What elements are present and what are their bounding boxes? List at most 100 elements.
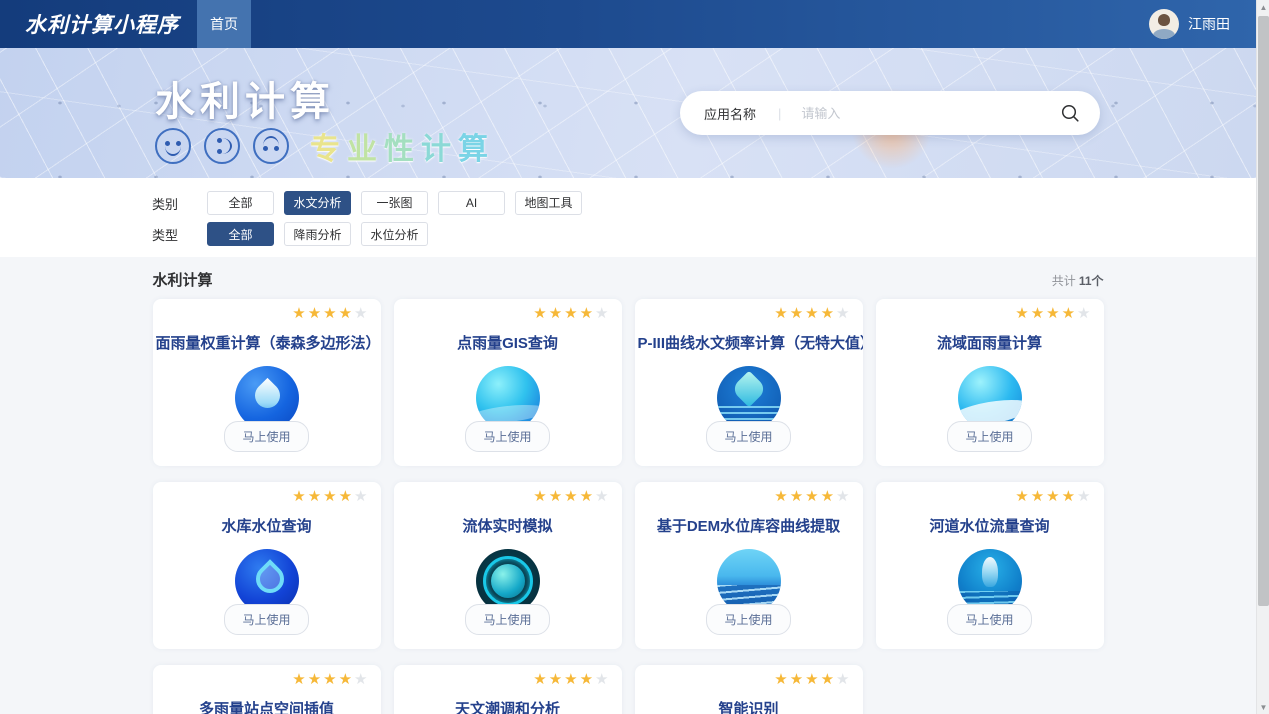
filter-panel: 类别 全部水文分析一张图AI地图工具 类型 全部降雨分析水位分析 xyxy=(0,178,1256,257)
star-empty-icon: ★ xyxy=(595,305,610,322)
count-label: 共计 xyxy=(1052,274,1076,288)
filter-option-全部[interactable]: 全部 xyxy=(207,191,274,215)
section-header: 水利计算 共计11个 xyxy=(153,269,1104,290)
filter-option-全部[interactable]: 全部 xyxy=(207,222,274,246)
scrollbar-up-arrow-icon[interactable]: ▲ xyxy=(1257,0,1269,14)
star-filled-icon: ★ xyxy=(580,671,595,688)
app-card: ★★★★★ 面雨量权重计算（泰森多边形法） 马上使用 xyxy=(153,299,381,466)
filter-option-一张图[interactable]: 一张图 xyxy=(361,191,428,215)
app-card-title: 点雨量GIS查询 xyxy=(394,332,622,353)
hero-subtitle-char: 计 xyxy=(421,133,458,166)
star-filled-icon: ★ xyxy=(790,488,805,505)
app-card: ★★★★★ 河道水位流量查询 马上使用 xyxy=(876,482,1104,649)
filter-row: 类别 全部水文分析一张图AI地图工具 xyxy=(152,191,1256,215)
hero-banner: 水利计算 专业性计算 应用名称 | xyxy=(0,48,1256,178)
filter-row: 类型 全部降雨分析水位分析 xyxy=(152,222,1256,246)
rating-stars: ★★★★★ xyxy=(533,672,610,687)
rating-stars: ★★★★★ xyxy=(292,672,369,687)
star-filled-icon: ★ xyxy=(292,488,307,505)
user-avatar[interactable] xyxy=(1149,9,1179,39)
rating-stars: ★★★★★ xyxy=(774,489,851,504)
smiley-icon xyxy=(155,128,191,164)
app-card-footer: 马上使用 xyxy=(153,421,381,452)
star-filled-icon: ★ xyxy=(805,305,820,322)
search-separator: | xyxy=(778,106,781,121)
app-card-grid: ★★★★★ 面雨量权重计算（泰森多边形法） 马上使用 ★★★★★ 点雨量GIS查… xyxy=(153,299,1104,714)
scrollbar-down-arrow-icon[interactable]: ▼ xyxy=(1257,700,1269,714)
app-card: ★★★★★ 水库水位查询 马上使用 xyxy=(153,482,381,649)
app-card-title: P-III曲线水文频率计算（无特大值） xyxy=(635,332,863,353)
star-filled-icon: ★ xyxy=(292,305,307,322)
star-filled-icon: ★ xyxy=(308,671,323,688)
app-card-title: 基于DEM水位库容曲线提取 xyxy=(635,515,863,536)
star-filled-icon: ★ xyxy=(533,671,548,688)
hero-subtitle-row: 专业性计算 xyxy=(155,124,495,168)
use-now-button[interactable]: 马上使用 xyxy=(706,421,790,452)
star-filled-icon: ★ xyxy=(1015,488,1030,505)
star-empty-icon: ★ xyxy=(595,671,610,688)
star-filled-icon: ★ xyxy=(564,305,579,322)
smiley-rotated-icon xyxy=(204,128,240,164)
star-filled-icon: ★ xyxy=(821,488,836,505)
top-navbar: 水利计算小程序 首页 江雨田 xyxy=(0,0,1256,48)
search-input[interactable] xyxy=(801,106,1060,121)
filter-option-降雨分析[interactable]: 降雨分析 xyxy=(284,222,351,246)
filter-option-水位分析[interactable]: 水位分析 xyxy=(361,222,428,246)
use-now-button[interactable]: 马上使用 xyxy=(224,421,308,452)
star-empty-icon: ★ xyxy=(836,488,851,505)
app-card: ★★★★★ 点雨量GIS查询 马上使用 xyxy=(394,299,622,466)
page-scrollbar[interactable]: ▲ ▼ xyxy=(1256,0,1269,714)
star-filled-icon: ★ xyxy=(580,305,595,322)
section-title: 水利计算 xyxy=(153,269,213,290)
star-filled-icon: ★ xyxy=(774,488,789,505)
rating-stars: ★★★★★ xyxy=(774,306,851,321)
app-card: ★★★★★ 智能识别 马上使用 xyxy=(635,665,863,714)
filter-option-地图工具[interactable]: 地图工具 xyxy=(515,191,582,215)
app-card-title: 水库水位查询 xyxy=(153,515,381,536)
rating-stars: ★★★★★ xyxy=(292,306,369,321)
star-filled-icon: ★ xyxy=(805,671,820,688)
page: 水利计算小程序 首页 江雨田 水利计算 专业性计算 应用名称 | xyxy=(0,0,1256,714)
smiley-upside-down-icon xyxy=(253,128,289,164)
section-count: 共计11个 xyxy=(1052,272,1104,289)
scrollbar-thumb[interactable] xyxy=(1258,16,1269,606)
use-now-button[interactable]: 马上使用 xyxy=(465,604,549,635)
nav-tab-home[interactable]: 首页 xyxy=(197,0,251,48)
filter-option-水文分析[interactable]: 水文分析 xyxy=(284,191,351,215)
nav-tab-home-label: 首页 xyxy=(210,14,238,34)
star-filled-icon: ★ xyxy=(533,305,548,322)
star-empty-icon: ★ xyxy=(354,305,369,322)
search-bar: 应用名称 | xyxy=(680,91,1100,135)
filter-option-AI[interactable]: AI xyxy=(438,191,505,215)
star-filled-icon: ★ xyxy=(292,671,307,688)
filter-options: 全部水文分析一张图 AI 地图工具 xyxy=(207,191,592,216)
star-filled-icon: ★ xyxy=(549,488,564,505)
star-empty-icon: ★ xyxy=(354,488,369,505)
star-empty-icon: ★ xyxy=(836,305,851,322)
star-filled-icon: ★ xyxy=(1046,488,1061,505)
user-name: 江雨田 xyxy=(1188,14,1230,34)
rating-stars: ★★★★★ xyxy=(774,672,851,687)
use-now-button[interactable]: 马上使用 xyxy=(706,604,790,635)
use-now-button[interactable]: 马上使用 xyxy=(947,604,1031,635)
app-card-title: 智能识别 xyxy=(635,698,863,714)
app-card: ★★★★★ 流体实时模拟 马上使用 xyxy=(394,482,622,649)
rating-stars: ★★★★★ xyxy=(292,489,369,504)
app-card: ★★★★★ 多雨量站点空间插值 马上使用 xyxy=(153,665,381,714)
app-card-footer: 马上使用 xyxy=(635,421,863,452)
star-empty-icon: ★ xyxy=(354,671,369,688)
user-menu[interactable]: 江雨田 xyxy=(1149,9,1230,39)
search-icon[interactable] xyxy=(1060,103,1080,123)
use-now-button[interactable]: 马上使用 xyxy=(224,604,308,635)
use-now-button[interactable]: 马上使用 xyxy=(465,421,549,452)
app-card-footer: 马上使用 xyxy=(153,604,381,635)
app-card-title: 河道水位流量查询 xyxy=(876,515,1104,536)
use-now-button[interactable]: 马上使用 xyxy=(947,421,1031,452)
star-filled-icon: ★ xyxy=(774,671,789,688)
star-filled-icon: ★ xyxy=(564,671,579,688)
rating-stars: ★★★★★ xyxy=(1015,489,1092,504)
star-filled-icon: ★ xyxy=(1015,305,1030,322)
count-value: 11个 xyxy=(1079,274,1104,288)
app-card-title: 流体实时模拟 xyxy=(394,515,622,536)
hero-subtitle: 专业性计算 xyxy=(310,124,495,168)
